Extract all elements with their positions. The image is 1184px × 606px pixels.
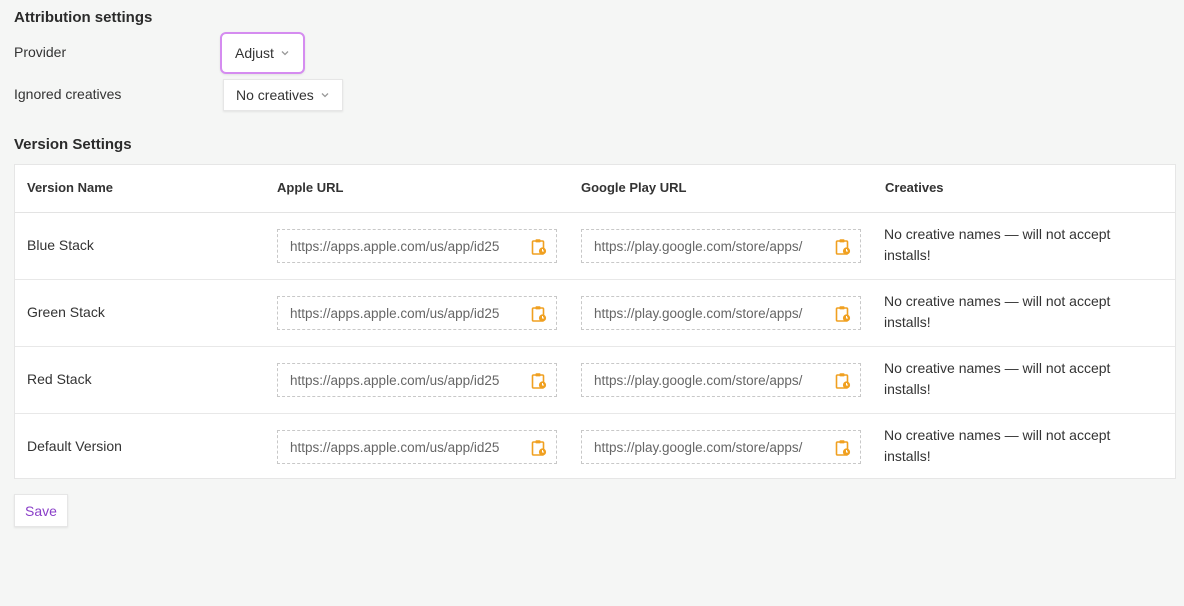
google-play-url-field[interactable]: https://play.google.com/store/apps/ — [581, 430, 861, 464]
save-button[interactable]: Save — [14, 494, 68, 527]
google-play-url-value: https://play.google.com/store/apps/ — [594, 238, 803, 254]
version-settings-table: Version Name Apple URL Google Play URL C… — [14, 164, 1176, 479]
version-name: Default Version — [27, 438, 122, 454]
apple-url-value: https://apps.apple.com/us/app/id25 — [290, 372, 500, 388]
column-header-google-play-url: Google Play URL — [581, 180, 687, 195]
version-name: Red Stack — [27, 371, 92, 387]
provider-select[interactable]: Adjust — [220, 32, 305, 74]
google-play-url-field[interactable]: https://play.google.com/store/apps/ — [581, 229, 861, 263]
ignored-creatives-select-value: No creatives — [236, 87, 314, 103]
clipboard-icon[interactable] — [531, 238, 547, 256]
clipboard-icon[interactable] — [835, 372, 851, 390]
creatives-status: No creative names — will not accept inst… — [884, 226, 1111, 263]
clipboard-icon[interactable] — [531, 305, 547, 323]
clipboard-icon[interactable] — [835, 439, 851, 457]
column-header-apple-url: Apple URL — [277, 180, 344, 195]
table-header: Version Name Apple URL Google Play URL C… — [15, 165, 1175, 213]
chevron-down-icon — [280, 48, 290, 58]
provider-label: Provider — [14, 44, 67, 60]
version-name: Blue Stack — [27, 237, 94, 253]
chevron-down-icon — [320, 90, 330, 100]
attribution-settings-title: Attribution settings — [14, 9, 153, 26]
ignored-creatives-label: Ignored creatives — [14, 86, 122, 102]
apple-url-field[interactable]: https://apps.apple.com/us/app/id25 — [277, 229, 557, 263]
google-play-url-value: https://play.google.com/store/apps/ — [594, 305, 803, 321]
apple-url-value: https://apps.apple.com/us/app/id25 — [290, 305, 500, 321]
google-play-url-value: https://play.google.com/store/apps/ — [594, 439, 803, 455]
clipboard-icon[interactable] — [531, 439, 547, 457]
apple-url-value: https://apps.apple.com/us/app/id25 — [290, 238, 500, 254]
clipboard-icon[interactable] — [531, 372, 547, 390]
column-header-version-name: Version Name — [27, 180, 113, 195]
clipboard-icon[interactable] — [835, 305, 851, 323]
google-play-url-value: https://play.google.com/store/apps/ — [594, 372, 803, 388]
creatives-status: No creative names — will not accept inst… — [884, 427, 1111, 464]
table-row: Default Version https://apps.apple.com/u… — [15, 413, 1175, 480]
clipboard-icon[interactable] — [835, 238, 851, 256]
google-play-url-field[interactable]: https://play.google.com/store/apps/ — [581, 296, 861, 330]
table-row: Green Stack https://apps.apple.com/us/ap… — [15, 279, 1175, 347]
ignored-creatives-select[interactable]: No creatives — [223, 79, 343, 111]
creatives-status: No creative names — will not accept inst… — [884, 360, 1111, 397]
google-play-url-field[interactable]: https://play.google.com/store/apps/ — [581, 363, 861, 397]
apple-url-value: https://apps.apple.com/us/app/id25 — [290, 439, 500, 455]
version-name: Green Stack — [27, 304, 105, 320]
creatives-status: No creative names — will not accept inst… — [884, 293, 1111, 330]
apple-url-field[interactable]: https://apps.apple.com/us/app/id25 — [277, 363, 557, 397]
apple-url-field[interactable]: https://apps.apple.com/us/app/id25 — [277, 296, 557, 330]
table-row: Blue Stack https://apps.apple.com/us/app… — [15, 212, 1175, 280]
table-row: Red Stack https://apps.apple.com/us/app/… — [15, 346, 1175, 414]
version-settings-title: Version Settings — [14, 136, 132, 153]
provider-select-value: Adjust — [235, 45, 274, 61]
apple-url-field[interactable]: https://apps.apple.com/us/app/id25 — [277, 430, 557, 464]
column-header-creatives: Creatives — [885, 180, 944, 195]
